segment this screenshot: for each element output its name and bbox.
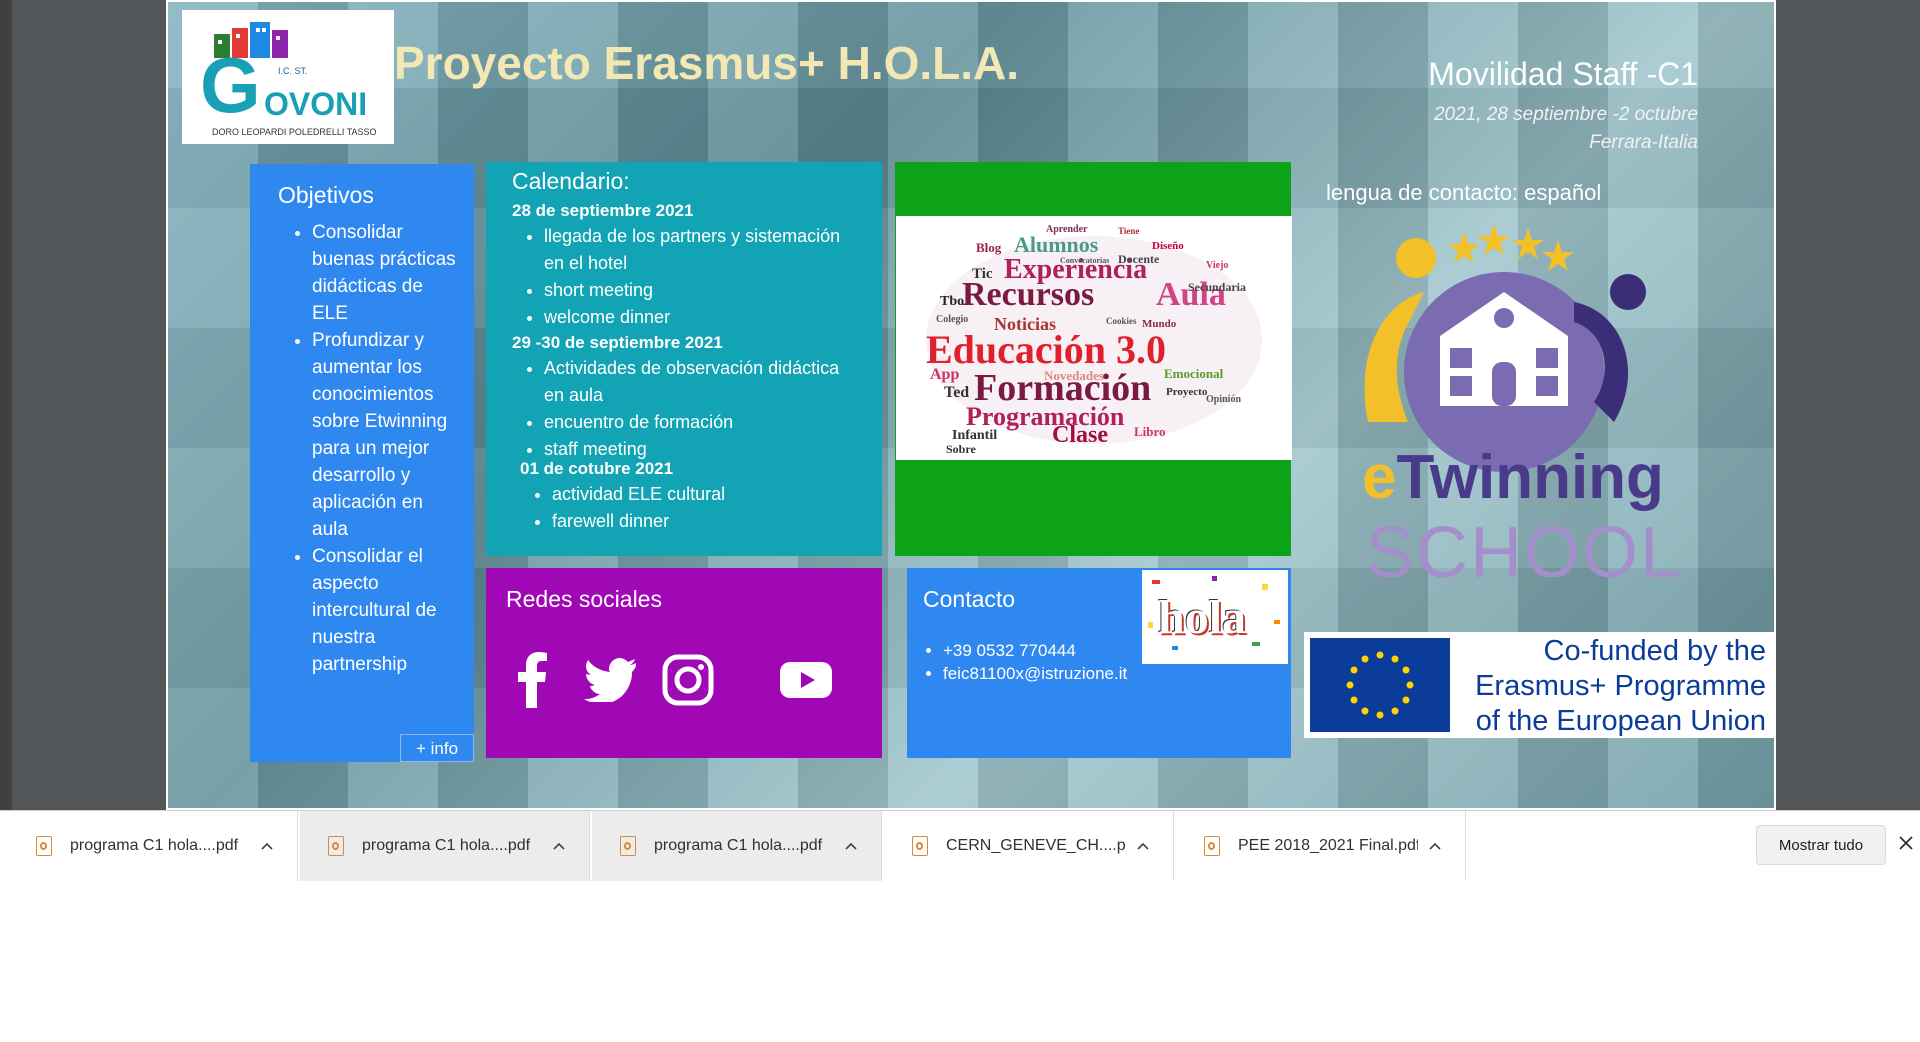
cloud-word: Docente	[1118, 252, 1160, 266]
chevron-up-icon[interactable]	[844, 839, 858, 853]
download-filename: CERN_GENEVE_CH....pdf	[946, 837, 1126, 854]
logo-ic: I.C. ST.	[278, 66, 308, 76]
eu-line: Erasmus+ Programme	[1475, 670, 1766, 702]
eu-line: Co-funded by the	[1543, 635, 1766, 667]
etwinning-school-word: SCHOOL	[1366, 513, 1683, 593]
calendario-heading: Calendario:	[512, 168, 630, 194]
objetivos-heading: Objetivos	[278, 182, 374, 208]
calendario-panel: Calendario: 28 de septiembre 2021 llegad…	[486, 162, 882, 556]
download-item[interactable]: programa C1 hola....pdf	[592, 811, 882, 881]
logo-subtitle: DORO LEOPARDI POLEDRELLI TASSO	[212, 127, 377, 137]
twitter-icon[interactable]	[582, 652, 638, 708]
cloud-word: Libro	[1134, 424, 1166, 439]
cloud-word: Tbo	[940, 294, 965, 309]
eu-cofunded-badge: Co-funded by the Erasmus+ Programme of t…	[1304, 632, 1774, 738]
cloud-word: Secundaria	[1188, 280, 1247, 294]
redes-panel: Redes sociales	[486, 568, 882, 758]
download-filename: programa C1 hola....pdf	[654, 837, 823, 854]
contact-email[interactable]: feic81100x@istruzione.it	[943, 662, 1275, 685]
list-item: Consolidar el aspecto intercultural de n…	[312, 543, 458, 678]
movilidad-place: Ferrara-Italia	[1589, 132, 1698, 153]
cloud-word: Viejo	[1206, 260, 1229, 271]
facebook-icon[interactable]	[504, 652, 560, 708]
cloud-word: Diseño	[1152, 240, 1184, 252]
objetivos-panel: Objetivos Consolidar buenas prácticas di…	[250, 164, 474, 762]
download-item[interactable]: PEE 2018_2021 Final.pdf	[1176, 811, 1466, 881]
more-info-link[interactable]: + info	[400, 734, 474, 762]
download-item[interactable]: programa C1 hola....pdf	[8, 811, 298, 881]
list-item: encuentro de formación	[544, 409, 862, 436]
cloud-word: Convocatorias	[1060, 256, 1110, 265]
list-item: Consolidar buenas prácticas didácticas d…	[312, 219, 458, 327]
list-item: farewell dinner	[552, 508, 862, 535]
cloud-word: App	[930, 366, 960, 383]
chevron-up-icon[interactable]	[1136, 839, 1150, 853]
cloud-word: Clase	[1052, 422, 1108, 448]
cloud-word: Blog	[976, 240, 1002, 255]
logo-name: OVONI	[264, 86, 368, 122]
etwinning-twinning: Twinning	[1396, 443, 1664, 512]
eu-text: Co-funded by the Erasmus+ Programme of t…	[1468, 634, 1766, 739]
list-item: llegada de los partners y sistemación en…	[544, 223, 862, 277]
hola-text: hola	[1158, 591, 1247, 644]
youtube-icon[interactable]	[778, 652, 834, 708]
list-item: Profundizar y aumentar los conocimientos…	[312, 327, 458, 543]
viewer-right-margin	[1776, 0, 1920, 810]
cloud-word: Cookies	[1106, 316, 1137, 326]
cloud-word: Opinión	[1206, 394, 1242, 405]
etwinning-e: e	[1362, 443, 1397, 512]
download-filename: programa C1 hola....pdf	[70, 837, 239, 854]
cloud-word: Ted	[944, 384, 970, 401]
viewer-left-margin	[12, 0, 168, 810]
logo-letter: G	[200, 41, 261, 129]
pdf-file-icon	[620, 836, 636, 856]
chevron-up-icon[interactable]	[1428, 839, 1442, 853]
calendar-date: 01 de cotubre 2021	[520, 459, 674, 478]
list-item: short meeting	[544, 277, 862, 304]
viewer-left-edge	[0, 0, 12, 810]
pdf-viewer: G I.C. ST. OVONI DORO LEOPARDI POLEDRELL…	[0, 0, 1920, 810]
movilidad-title: Movilidad Staff -C1	[1428, 56, 1698, 92]
slide-title: Proyecto Erasmus+ H.O.L.A.	[394, 37, 1020, 89]
chevron-up-icon[interactable]	[260, 839, 274, 853]
eu-line: of the European Union	[1475, 705, 1766, 737]
show-all-button[interactable]: Mostrar tudo	[1756, 825, 1886, 865]
list-item: actividad ELE cultural	[552, 481, 862, 508]
calendar-date: 28 de septiembre 2021	[512, 201, 694, 220]
download-filename: programa C1 hola....pdf	[362, 837, 531, 854]
movilidad-dates: 2021, 28 septiembre -2 octubre	[1433, 104, 1698, 125]
list-item: welcome dinner	[544, 304, 862, 331]
download-item[interactable]: programa C1 hola....pdf	[300, 811, 590, 881]
cloud-word: Tiene	[1118, 226, 1140, 236]
lengua-contacto: lengua de contacto: español	[1326, 180, 1602, 205]
download-filename: PEE 2018_2021 Final.pdf	[1238, 837, 1418, 854]
objetivos-list: Consolidar buenas prácticas didácticas d…	[278, 219, 458, 678]
downloads-bar: programa C1 hola....pdf programa C1 hola…	[0, 810, 1920, 881]
pdf-file-icon	[912, 836, 928, 856]
pdf-file-icon	[1204, 836, 1220, 856]
eu-flag-icon	[1310, 638, 1450, 732]
cloud-word: Colegio	[936, 314, 969, 325]
pdf-file-icon	[328, 836, 344, 856]
download-item[interactable]: CERN_GENEVE_CH....pdf	[884, 811, 1174, 881]
calendar-date: 29 -30 de septiembre 2021	[512, 333, 723, 352]
instagram-icon[interactable]	[660, 652, 716, 708]
school-logo: G I.C. ST. OVONI DORO LEOPARDI POLEDRELL…	[182, 10, 394, 144]
cloud-word: Emocional	[1164, 366, 1224, 381]
etwinning-word: eTwinning	[1362, 442, 1664, 513]
chevron-up-icon[interactable]	[552, 839, 566, 853]
cloud-word: Recursos	[962, 276, 1095, 313]
hola-image: hola	[1142, 570, 1288, 664]
word-cloud-image: Aprender Tiene Blog Alumnos Diseño Tic E…	[896, 216, 1292, 460]
slide: G I.C. ST. OVONI DORO LEOPARDI POLEDRELL…	[166, 0, 1776, 810]
cloud-word: Proyecto	[1166, 386, 1208, 398]
pdf-file-icon	[36, 836, 52, 856]
close-icon[interactable]	[1896, 833, 1916, 853]
list-item: Actividades de observación didáctica en …	[544, 355, 862, 409]
cloud-word: Sobre	[946, 442, 976, 456]
redes-heading: Redes sociales	[506, 586, 662, 612]
